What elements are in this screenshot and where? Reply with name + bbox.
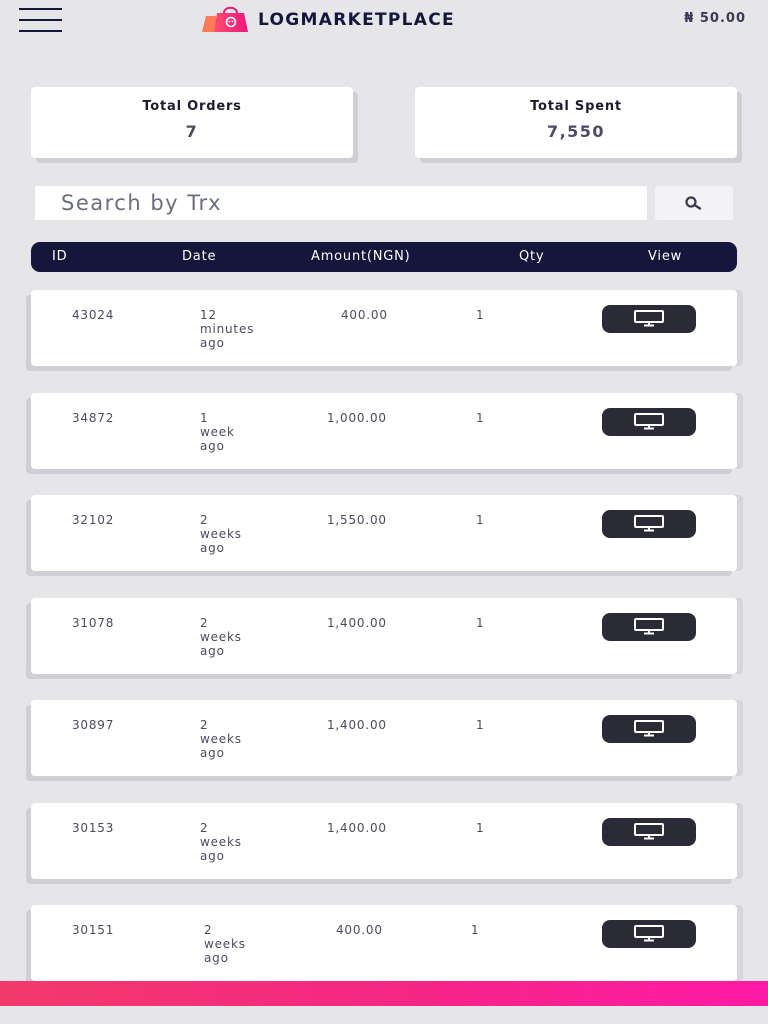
total-orders-card: Total Orders 7 (31, 87, 353, 158)
order-qty: 1 (476, 820, 485, 835)
view-order-button[interactable] (602, 920, 696, 948)
order-id: 30151 (72, 923, 115, 937)
monitor-icon (634, 310, 664, 327)
order-date-line: ago (200, 643, 225, 658)
total-spent-value: 7,550 (546, 122, 606, 141)
order-qty: 1 (476, 410, 485, 425)
hamburger-menu-icon[interactable] (19, 8, 62, 32)
order-date-line: weeks (200, 629, 242, 644)
order-id: 34872 (72, 410, 115, 425)
order-date-line: ago (200, 746, 225, 760)
order-date-line: ago (204, 951, 229, 965)
view-order-button[interactable] (602, 510, 696, 538)
order-date-line: 2 (200, 718, 209, 732)
monitor-icon (634, 515, 664, 532)
shopping-bag-icon (202, 6, 248, 32)
order-date-line: 2 (200, 820, 209, 835)
order-amount: 400.00 (336, 923, 383, 937)
order-date-line: ago (200, 336, 225, 350)
total-spent-label: Total Spent (530, 99, 622, 114)
order-qty: 1 (476, 718, 485, 732)
order-date-line: 2 (204, 923, 213, 937)
column-id: ID (52, 249, 68, 264)
order-id: 30153 (72, 820, 115, 835)
order-date-line: weeks (200, 834, 242, 849)
order-date-line: 1 (200, 410, 209, 425)
table-header: ID Date Amount(NGN) Qty View (31, 242, 737, 272)
column-qty: Qty (519, 249, 545, 264)
order-amount: 1,550.00 (327, 513, 387, 527)
table-row: 30151 2 weeks ago 400.00 1 (31, 905, 737, 981)
monitor-icon (634, 412, 664, 429)
monitor-icon (634, 925, 664, 942)
order-date-line: weeks (200, 527, 242, 541)
brand[interactable]: LOGMARKETPLACE (200, 6, 455, 34)
order-amount: 1,400.00 (327, 718, 387, 732)
top-header: LOGMARKETPLACE ₦ 50.00 (0, 0, 768, 40)
order-qty: 1 (471, 923, 480, 937)
order-date-line: ago (200, 438, 225, 453)
table-row: 34872 1 week ago 1,000.00 1 (31, 392, 737, 469)
order-qty: 1 (476, 615, 485, 630)
order-date-line: 2 (200, 615, 209, 630)
order-date-line: weeks (204, 937, 246, 951)
order-id: 32102 (72, 513, 115, 527)
column-date: Date (182, 249, 217, 264)
total-orders-label: Total Orders (142, 99, 242, 114)
order-date: 2 weeks ago (204, 923, 294, 965)
column-amount: Amount(NGN) (311, 249, 411, 264)
table-row: 32102 2 weeks ago 1,550.00 1 (31, 495, 737, 571)
order-date-line: ago (200, 848, 225, 863)
brand-name: LOGMARKETPLACE (258, 10, 455, 30)
monitor-icon (634, 617, 664, 634)
monitor-icon (634, 822, 664, 839)
table-row: 43024 12 minutes ago 400.00 1 (31, 290, 737, 366)
view-order-button[interactable] (602, 612, 696, 641)
order-id: 30897 (72, 718, 115, 732)
order-date-line: minutes (200, 322, 255, 336)
bottom-accent-bar (0, 981, 768, 1006)
order-date-line: ago (200, 541, 225, 555)
search-input[interactable] (35, 186, 647, 220)
order-qty: 1 (476, 308, 485, 322)
search-icon (685, 196, 702, 210)
order-amount: 1,400.00 (327, 820, 387, 835)
table-row: 30897 2 weeks ago 1,400.00 1 (31, 700, 737, 776)
order-date: 2 weeks ago (200, 616, 290, 658)
order-qty: 1 (476, 513, 485, 527)
order-date-line: 2 (200, 513, 209, 527)
order-date: 12 minutes ago (200, 308, 290, 350)
order-date: 2 weeks ago (200, 718, 290, 760)
view-order-button[interactable] (602, 407, 696, 436)
order-date: 2 weeks ago (200, 821, 290, 863)
order-amount: 1,000.00 (327, 410, 387, 425)
order-id: 31078 (72, 615, 115, 630)
search-button[interactable] (655, 186, 733, 220)
order-date: 1 week ago (200, 411, 290, 453)
total-orders-value: 7 (185, 122, 199, 141)
wallet-balance: ₦ 50.00 (684, 11, 746, 26)
order-amount: 400.00 (341, 308, 388, 322)
order-date: 2 weeks ago (200, 513, 290, 555)
table-row: 31078 2 weeks ago 1,400.00 1 (31, 597, 737, 674)
total-spent-card: Total Spent 7,550 (415, 87, 737, 158)
order-date-line: 12 (200, 308, 217, 322)
order-date-line: weeks (200, 732, 242, 746)
order-id: 43024 (72, 308, 115, 322)
table-row: 30153 2 weeks ago 1,400.00 1 (31, 802, 737, 879)
view-order-button[interactable] (602, 715, 696, 743)
column-view: View (648, 249, 683, 264)
view-order-button[interactable] (602, 305, 696, 333)
order-amount: 1,400.00 (327, 615, 387, 630)
monitor-icon (634, 720, 664, 737)
view-order-button[interactable] (602, 817, 696, 846)
order-date-line: week (200, 424, 235, 439)
